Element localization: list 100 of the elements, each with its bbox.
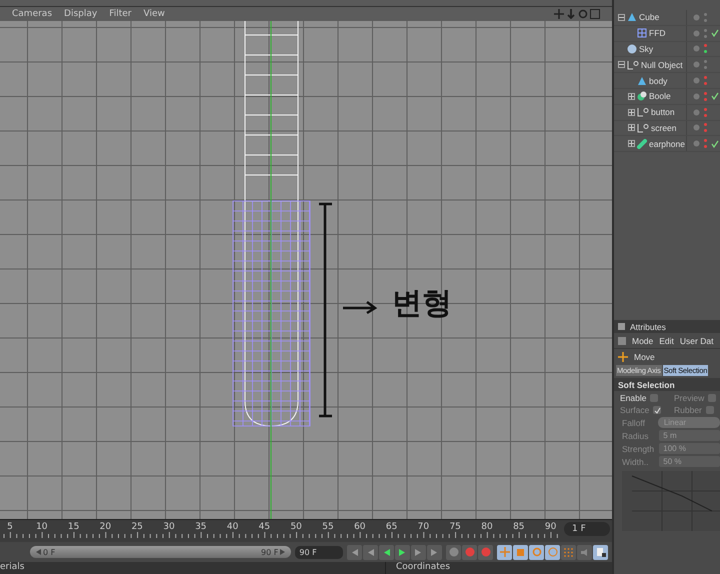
- menu-item[interactable]: Display: [64, 9, 98, 19]
- frame-range-field[interactable]: 0 F 90 F: [30, 546, 292, 558]
- sphere-icon: [627, 44, 637, 54]
- playback-button[interactable]: [379, 544, 394, 560]
- visibility-dot[interactable]: [704, 66, 707, 70]
- object-row[interactable]: Null Object: [614, 57, 720, 74]
- visibility-dot[interactable]: [704, 76, 707, 80]
- field-label: Falloff: [622, 418, 646, 428]
- null-object-icon: [627, 60, 639, 70]
- playback-button[interactable]: [395, 544, 410, 560]
- panel-tab[interactable]: Coordinates: [385, 562, 450, 574]
- menu-item[interactable]: Edit: [659, 336, 674, 346]
- tick-label: 30: [163, 522, 175, 532]
- key-settings-button[interactable]: [593, 544, 608, 560]
- object-name: screen: [651, 122, 677, 133]
- visibility-dot[interactable]: [704, 98, 707, 101]
- tick-label: 25: [131, 522, 143, 532]
- panel-tab[interactable]: erials: [0, 562, 385, 574]
- visibility-dot[interactable]: [704, 129, 707, 132]
- tick-label: 75: [449, 522, 461, 532]
- checkbox-label: Surface: [620, 405, 650, 415]
- visibility-dot[interactable]: [704, 28, 707, 32]
- object-row[interactable]: screen: [614, 120, 720, 136]
- circle-icon: [480, 547, 490, 557]
- menu-item[interactable]: User Dat: [680, 336, 714, 346]
- visibility-dot[interactable]: [704, 92, 707, 95]
- playback-button[interactable]: [427, 544, 442, 560]
- visibility-dot[interactable]: [704, 82, 707, 86]
- visibility-dot[interactable]: [704, 145, 707, 148]
- collapse-icon[interactable]: [618, 14, 625, 21]
- tick-label: 5: [7, 522, 13, 532]
- tick-label: 60: [354, 522, 366, 532]
- tick-label: 15: [68, 522, 80, 532]
- menu-item[interactable]: Mode: [632, 336, 654, 346]
- playback-button[interactable]: [411, 544, 426, 560]
- layer-dot-icon: [693, 45, 700, 52]
- frame-field[interactable]: 1 F: [564, 522, 610, 536]
- parameter-key-button[interactable]: [545, 544, 560, 560]
- null-object-icon: [637, 107, 649, 118]
- object-row[interactable]: Boole: [614, 88, 720, 105]
- menu-item[interactable]: View: [144, 9, 165, 19]
- visibility-dot[interactable]: [704, 12, 707, 16]
- visibility-dot[interactable]: [704, 34, 707, 38]
- layer-dot-icon: [693, 77, 700, 84]
- visibility-dot[interactable]: [704, 60, 707, 64]
- viewport[interactable]: 변형: [0, 21, 612, 519]
- playback-button[interactable]: [347, 544, 362, 560]
- expand-icon[interactable]: [628, 108, 635, 116]
- rotate-key-button[interactable]: [529, 544, 544, 560]
- tick-label: 65: [386, 522, 398, 532]
- range-start-text: 0 F: [43, 548, 56, 556]
- record-button[interactable]: [462, 544, 477, 560]
- object-row[interactable]: earphone: [614, 136, 720, 152]
- visibility-dot[interactable]: [704, 114, 707, 117]
- object-name: body: [649, 76, 668, 86]
- field-label: Radius: [622, 430, 650, 440]
- visibility-dot[interactable]: [704, 44, 707, 48]
- circle-icon: [464, 547, 474, 557]
- layer-dot-icon: [693, 140, 700, 148]
- check-icon[interactable]: [711, 29, 719, 38]
- playback-button[interactable]: [363, 544, 378, 560]
- collapse-icon[interactable]: [618, 61, 625, 68]
- range-end-text: 90 F: [261, 548, 278, 556]
- visibility-dot[interactable]: [704, 108, 707, 111]
- checkbox-label: Preview: [674, 393, 704, 403]
- rotate-icon: [532, 547, 542, 557]
- scale-key-button[interactable]: [513, 544, 528, 560]
- object-row[interactable]: body: [614, 73, 720, 89]
- move-key-button[interactable]: [497, 544, 512, 560]
- arrow-down-icon: [566, 9, 576, 19]
- visibility-dot[interactable]: [704, 50, 707, 54]
- object-row[interactable]: button: [614, 104, 720, 121]
- null-object-icon: [637, 122, 649, 133]
- check-icon[interactable]: [711, 140, 719, 148]
- step-back-icon: [366, 548, 375, 556]
- points-key-button[interactable]: [561, 544, 576, 560]
- expand-icon[interactable]: [628, 92, 635, 100]
- record-button[interactable]: [446, 544, 461, 560]
- visibility-dot[interactable]: [704, 18, 707, 22]
- section-header: Soft Selection: [614, 378, 720, 391]
- menu-item[interactable]: Filter: [109, 9, 132, 19]
- object-row[interactable]: Sky: [614, 42, 720, 58]
- check-icon[interactable]: [711, 92, 719, 100]
- object-row[interactable]: Cube: [614, 10, 720, 26]
- object-row[interactable]: FFD: [614, 26, 720, 42]
- visibility-dot[interactable]: [704, 123, 707, 126]
- record-button[interactable]: [478, 544, 493, 560]
- visibility-dot[interactable]: [704, 139, 707, 142]
- tick-label: 35: [195, 522, 207, 532]
- object-name: Null Object: [641, 60, 683, 70]
- move-icon: [554, 9, 564, 19]
- field-label: Width..: [622, 456, 650, 466]
- tick-label: 90: [544, 522, 556, 532]
- expand-icon[interactable]: [628, 140, 635, 148]
- cone-icon: [637, 76, 647, 86]
- expand-icon[interactable]: [628, 124, 635, 132]
- menu-item[interactable]: Cameras: [12, 9, 52, 19]
- end-frame-field[interactable]: 90 F: [295, 546, 343, 558]
- layer-dot-icon: [693, 14, 700, 21]
- checkbox[interactable]: [650, 394, 658, 402]
